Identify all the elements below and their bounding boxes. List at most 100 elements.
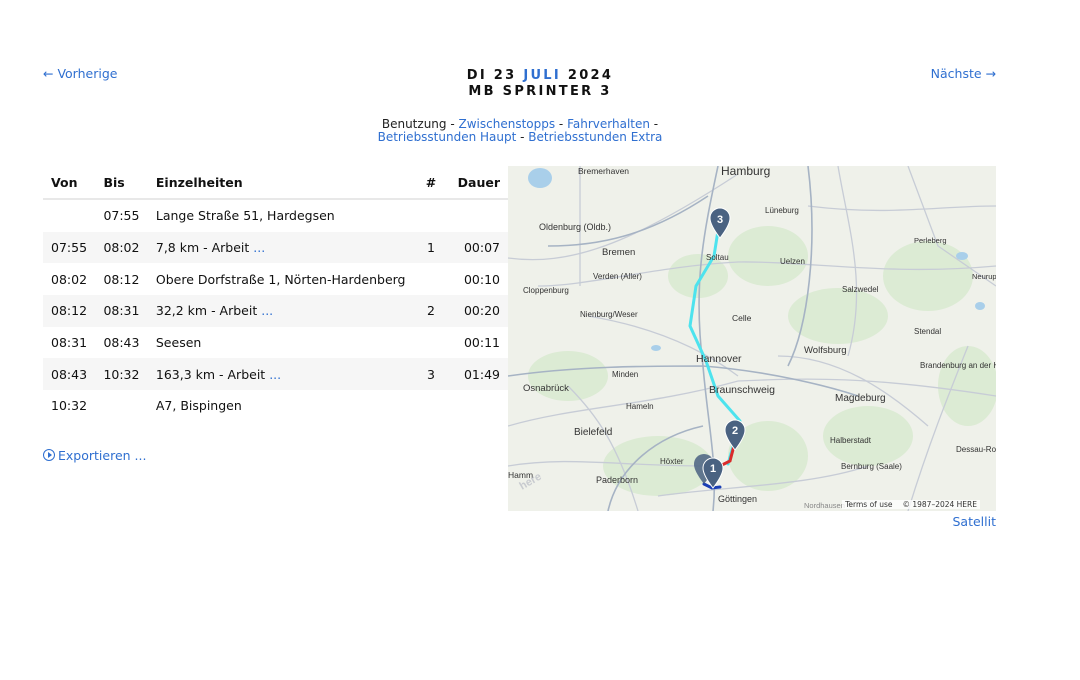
city-label: Paderborn: [596, 475, 638, 485]
cell-number: [414, 390, 449, 422]
cell-duration: [448, 199, 508, 232]
city-label: Osnabrück: [523, 383, 569, 394]
city-label: Celle: [732, 313, 752, 323]
stop-address: Lange Straße 51, Hardegsen: [155, 208, 335, 224]
cell-to: [95, 390, 147, 422]
cell-number: 1: [413, 231, 449, 264]
city-label: Cloppenburg: [523, 286, 569, 295]
cell-details: 7,8 km - Arbeit ...: [147, 231, 414, 264]
page-title: DI 23 JULI 2024 MB SPRINTER 3: [0, 68, 1080, 100]
city-label: Halberstadt: [830, 436, 872, 445]
city-label: Bernburg (Saale): [841, 462, 902, 471]
map-copyright: © 1987–2024 HERE: [902, 500, 977, 509]
cell-details: Lange Straße 51, Hardegsen: [148, 199, 414, 232]
stop-address: A7, Bispingen: [155, 398, 242, 414]
cell-from: 07:55: [43, 231, 96, 264]
trip-summary: 163,3 km - Arbeit: [155, 366, 266, 382]
cell-duration: 00:20: [448, 295, 508, 327]
city-label: Soltau: [706, 253, 729, 262]
cell-duration: 00:07: [448, 231, 508, 264]
city-label: Stendal: [914, 327, 941, 336]
trip-summary: 7,8 km - Arbeit: [155, 240, 250, 256]
city-label: Höxter: [660, 457, 684, 466]
table-row: 08:02 08:12 Obere Dorfstraße 1, Nörten-H…: [43, 263, 508, 295]
cell-number: [414, 263, 449, 295]
date-heading: DI 23 JULI 2024: [0, 68, 1080, 84]
date-weekday-day: DI 23: [466, 68, 517, 83]
city-label: Wolfsburg: [804, 345, 847, 356]
cell-from: 08:31: [51, 335, 88, 351]
cell-duration: 00:10: [463, 271, 500, 287]
cell-from: 10:32: [51, 398, 88, 414]
city-label: Braunschweig: [709, 384, 775, 396]
export-link[interactable]: Exportieren ...: [43, 448, 146, 463]
table-row: 08:43 10:32 163,3 km - Arbeit ... 3 01:4…: [43, 358, 508, 391]
city-label: Verden (Aller): [593, 272, 642, 281]
route-map[interactable]: Hamburg Bremerhaven Lüneburg Oldenburg (…: [508, 166, 996, 511]
report-subnav: Benutzung - Zwischenstopps - Fahrverhalt…: [0, 118, 1040, 143]
col-header-from: Von: [43, 166, 96, 200]
cell-duration: 01:49: [448, 358, 508, 391]
city-label: Perleberg: [914, 236, 947, 245]
map-canvas[interactable]: Hamburg Bremerhaven Lüneburg Oldenburg (…: [508, 166, 996, 511]
cell-to: 10:32: [95, 358, 148, 391]
cell-to: 08:12: [103, 271, 140, 287]
table-header-row: Von Bis Einzelheiten # Dauer: [43, 166, 508, 200]
play-circle-icon: [43, 449, 55, 461]
map-attribution: Terms of use © 1987–2024 HERE: [842, 500, 980, 509]
cell-details: Seesen: [148, 327, 414, 359]
cell-duration: [448, 390, 508, 422]
trip-details-link[interactable]: ...: [253, 240, 265, 255]
city-label: Nordhausen: [804, 501, 845, 510]
cell-from: 08:02: [51, 271, 88, 287]
table-row: 10:32 A7, Bispingen: [43, 390, 508, 422]
col-header-details: Einzelheiten: [147, 166, 414, 200]
month-link[interactable]: JULI: [523, 68, 561, 83]
marker-label: 2: [732, 425, 738, 437]
table-row: 07:55 08:02 7,8 km - Arbeit ... 1 00:07: [43, 231, 508, 264]
col-header-duration: Dauer: [448, 166, 508, 200]
cell-number: 3: [413, 358, 449, 391]
satellite-view-link[interactable]: Satellit: [952, 514, 996, 529]
city-label: Brandenburg an der Havel: [920, 361, 996, 370]
trip-details-link[interactable]: ...: [269, 367, 281, 382]
city-label: Bremerhaven: [578, 166, 629, 176]
cell-from: 08:12: [43, 295, 96, 327]
city-label: Uelzen: [780, 257, 805, 266]
marker-label: 3: [717, 214, 723, 226]
col-header-to: Bis: [95, 166, 148, 200]
cell-to: 08:31: [95, 295, 148, 327]
date-year: 2024: [567, 68, 614, 83]
city-label: Hameln: [626, 402, 654, 411]
cell-from: [43, 199, 95, 232]
table-row: 08:12 08:31 32,2 km - Arbeit ... 2 00:20: [43, 295, 508, 327]
city-label: Salzwedel: [842, 285, 879, 294]
city-label: Neuruppin: [972, 272, 996, 281]
cell-number: 2: [413, 295, 449, 327]
trip-details-link[interactable]: ...: [261, 303, 273, 318]
terms-of-use-link[interactable]: Terms of use: [845, 500, 892, 509]
cell-duration: 00:11: [463, 335, 500, 351]
cell-details: 163,3 km - Arbeit ...: [147, 358, 414, 391]
cell-to: 08:43: [103, 335, 140, 351]
city-label: Göttingen: [718, 494, 757, 504]
trip-summary: 32,2 km - Arbeit: [155, 303, 258, 319]
vehicle-name: MB SPRINTER 3: [468, 84, 612, 99]
table-row: 08:31 08:43 Seesen 00:11: [43, 327, 508, 359]
cell-details: 32,2 km - Arbeit ...: [147, 295, 414, 327]
export-label: Exportieren ...: [58, 448, 147, 463]
marker-label: 1: [710, 463, 716, 475]
city-label: Lüneburg: [765, 206, 799, 215]
subnav-main-hours-link[interactable]: Betriebsstunden Haupt: [378, 130, 517, 144]
city-label: Hannover: [696, 353, 742, 365]
city-label-hamburg: Hamburg: [721, 166, 770, 178]
cell-number: [414, 327, 449, 359]
city-label: Dessau-Roßlau: [956, 445, 996, 454]
trip-table: Von Bis Einzelheiten # Dauer 07:55 Lange…: [43, 166, 508, 422]
city-label: Minden: [612, 370, 638, 379]
city-label: Bielefeld: [574, 427, 612, 438]
subnav-extra-hours-link[interactable]: Betriebsstunden Extra: [528, 130, 662, 144]
city-label: Magdeburg: [835, 393, 886, 404]
cell-details: A7, Bispingen: [148, 390, 414, 422]
stop-address: Obere Dorfstraße 1, Nörten-Hardenberg: [155, 271, 406, 287]
